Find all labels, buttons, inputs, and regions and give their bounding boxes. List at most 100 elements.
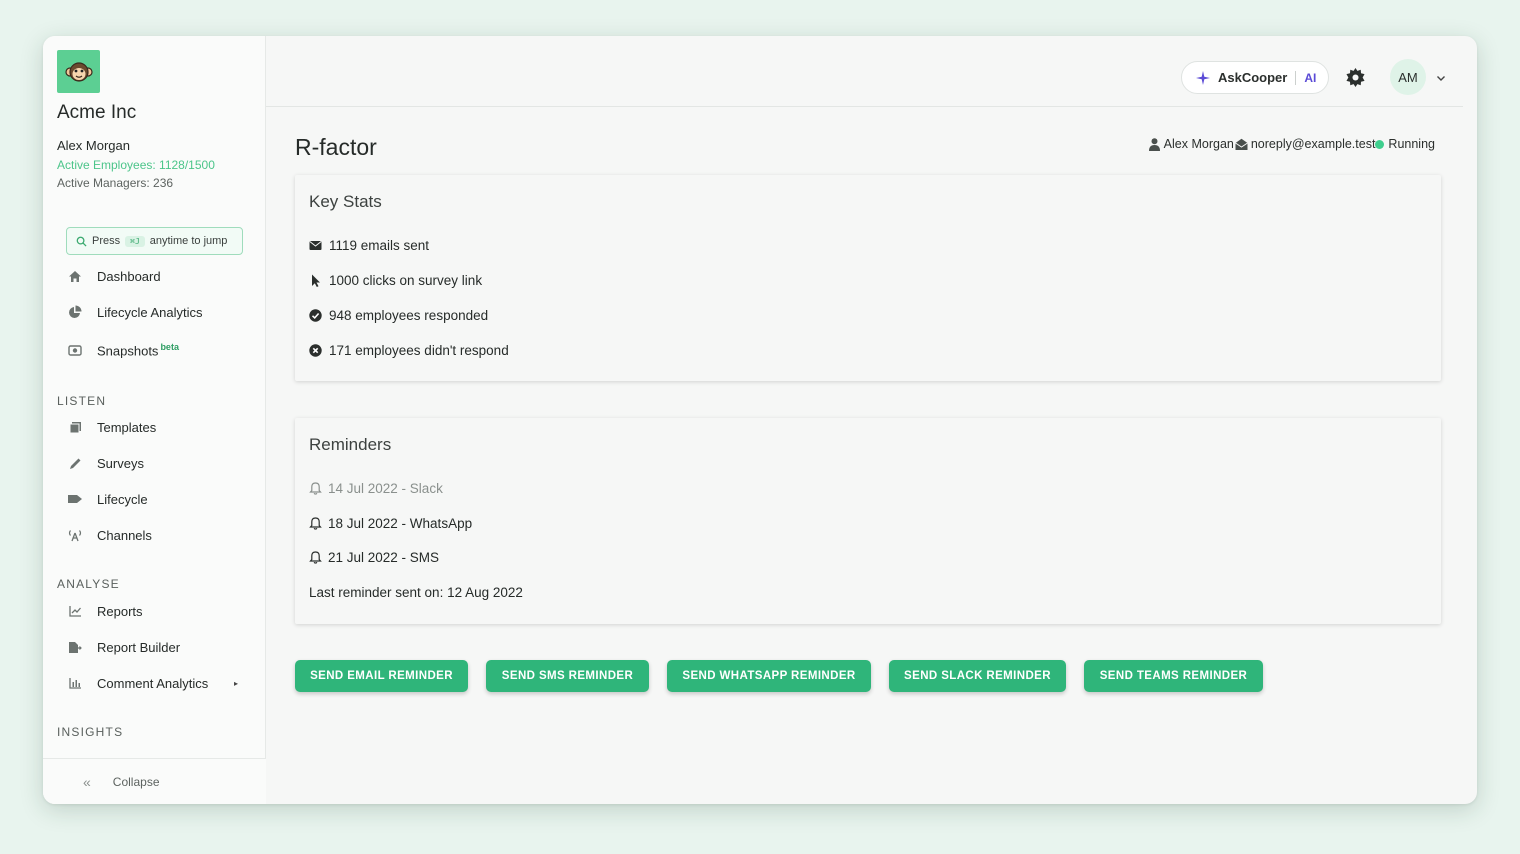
- ask-cooper-button[interactable]: AskCooper AI: [1181, 61, 1329, 94]
- user-icon: [1148, 137, 1160, 151]
- sparkle-icon: [1196, 70, 1210, 85]
- sidebar-item-snapshots[interactable]: Snapshots beta: [43, 330, 266, 370]
- send-teams-reminder-button[interactable]: SEND TEAMS REMINDER: [1084, 660, 1263, 692]
- reminder-text: 21 Jul 2022 - SMS: [328, 550, 440, 565]
- main-nav: Dashboard Lifecycle Analytics Snapshots b…: [43, 258, 266, 370]
- status-badge: Running: [1388, 137, 1435, 151]
- chevron-down-icon[interactable]: [1435, 72, 1447, 84]
- status-dot: [1375, 139, 1385, 149]
- sidebar-item-channels[interactable]: Channels: [43, 517, 266, 553]
- company-logo[interactable]: [57, 50, 100, 93]
- owner-email: noreply@example.test: [1250, 137, 1376, 151]
- home-icon: [67, 268, 83, 284]
- sidebar-item-label: Dashboard: [97, 268, 161, 284]
- reminders-card: Reminders 14 Jul 2022 - Slack 18 Jul 202…: [295, 418, 1441, 624]
- x-circle-icon: [309, 344, 322, 357]
- last-reminder-sent: Last reminder sent on: 12 Aug 2022: [309, 585, 523, 600]
- sidebar-item-templates[interactable]: Templates: [43, 409, 266, 445]
- stat-responded: 948 employees responded: [309, 308, 488, 323]
- stat-emails-sent: 1119 emails sent: [309, 238, 429, 253]
- sidebar-item-comment-analytics[interactable]: Comment Analytics ▸: [43, 665, 266, 701]
- sidebar-item-label: Snapshots beta: [97, 342, 179, 358]
- file-export-icon: [67, 639, 83, 655]
- send-sms-reminder-button[interactable]: SEND SMS REMINDER: [486, 660, 649, 692]
- sidebar: Acme Inc Alex Morgan Active Employees: 1…: [43, 36, 266, 804]
- jump-press-text: Press: [92, 235, 121, 247]
- double-chevron-left-icon: «: [83, 773, 91, 790]
- quick-jump-search[interactable]: Press ⌘J anytime to jump: [66, 227, 243, 255]
- sidebar-item-label: Comment Analytics: [97, 675, 209, 691]
- ask-cooper-label: AskCooper: [1218, 70, 1288, 85]
- sidebar-item-label: Channels: [97, 527, 152, 543]
- line-chart-icon: [67, 603, 83, 619]
- caret-right-icon: ▸: [233, 678, 238, 688]
- send-email-reminder-button[interactable]: SEND EMAIL REMINDER: [295, 660, 468, 692]
- gear-icon[interactable]: [1346, 68, 1365, 87]
- check-circle-icon: [309, 309, 322, 322]
- key-stats-title: Key Stats: [309, 192, 382, 211]
- app-window: Acme Inc Alex Morgan Active Employees: 1…: [43, 36, 1477, 804]
- divider: [1295, 70, 1297, 85]
- keyboard-shortcut: ⌘J: [125, 235, 145, 247]
- page-title: R-factor: [295, 134, 377, 160]
- send-slack-reminder-button[interactable]: SEND SLACK REMINDER: [889, 660, 1066, 692]
- sidebar-item-label: Reports: [97, 603, 143, 619]
- sidebar-item-lifecycle-analytics[interactable]: Lifecycle Analytics: [43, 294, 266, 330]
- envelope-icon: [309, 241, 322, 250]
- bell-icon: [309, 517, 322, 530]
- camera-icon: [67, 342, 83, 358]
- search-icon: [76, 236, 87, 247]
- bell-icon: [309, 482, 322, 495]
- snapshots-label: Snapshots: [97, 343, 159, 359]
- send-whatsapp-reminder-button[interactable]: SEND WHATSAPP REMINDER: [667, 660, 871, 692]
- stat-text: 171 employees didn't respond: [329, 343, 509, 358]
- section-label-insights: INSIGHTS: [57, 725, 124, 739]
- analyse-nav: Reports Report Builder Comment Analytics…: [43, 593, 266, 701]
- sidebar-item-lifecycle[interactable]: Lifecycle: [43, 481, 266, 517]
- user-name: Alex Morgan: [57, 138, 130, 153]
- ai-badge: AI: [1304, 70, 1317, 85]
- survey-meta: Alex Morgan noreply@example.test Running: [1148, 137, 1435, 151]
- reminder-text: 14 Jul 2022 - Slack: [328, 481, 443, 496]
- bell-icon: [309, 551, 322, 564]
- bar-chart-icon: [67, 675, 83, 691]
- stat-text: 948 employees responded: [329, 308, 489, 323]
- monkey-logo-icon: [64, 61, 93, 82]
- sidebar-item-label: Lifecycle: [97, 491, 148, 507]
- flag-icon: [67, 491, 83, 507]
- stat-text: 1000 clicks on survey link: [329, 273, 483, 288]
- listen-nav: Templates Surveys Lifecycle Channels: [43, 409, 266, 553]
- top-bar: AskCooper AI AM: [266, 36, 1463, 107]
- stat-text: 1119 emails sent: [329, 238, 430, 253]
- main-content: AskCooper AI AM R-factor Alex Morgan nor…: [266, 36, 1477, 804]
- pie-chart-icon: [67, 304, 83, 320]
- beta-badge: beta: [160, 341, 179, 352]
- sidebar-item-reports[interactable]: Reports: [43, 593, 266, 629]
- sidebar-item-label: Report Builder: [97, 639, 181, 655]
- reminders-title: Reminders: [309, 435, 392, 454]
- reminder-item: 18 Jul 2022 - WhatsApp: [309, 516, 472, 531]
- company-name: Acme Inc: [57, 102, 137, 123]
- reminder-item: 14 Jul 2022 - Slack: [309, 481, 443, 496]
- cursor-icon: [312, 274, 320, 287]
- sidebar-item-surveys[interactable]: Surveys: [43, 445, 266, 481]
- sidebar-item-report-builder[interactable]: Report Builder: [43, 629, 266, 665]
- avatar[interactable]: AM: [1390, 59, 1426, 95]
- sidebar-item-dashboard[interactable]: Dashboard: [43, 258, 266, 294]
- sidebar-item-label: Surveys: [97, 455, 144, 471]
- sidebar-item-label: Lifecycle Analytics: [97, 304, 203, 320]
- stat-clicks: 1000 clicks on survey link: [309, 273, 482, 288]
- pen-icon: [67, 455, 83, 471]
- section-label-listen: LISTEN: [57, 394, 107, 408]
- broadcast-icon: [67, 527, 83, 543]
- copy-icon: [67, 419, 83, 435]
- active-managers: Active Managers: 236: [57, 176, 174, 190]
- reminder-text: 18 Jul 2022 - WhatsApp: [328, 516, 473, 531]
- collapse-label: Collapse: [112, 774, 160, 789]
- active-employees: Active Employees: 1128/1500: [57, 158, 215, 172]
- owner-name: Alex Morgan: [1163, 137, 1234, 151]
- collapse-button[interactable]: « Collapse: [43, 758, 266, 804]
- jump-suffix-text: anytime to jump: [149, 235, 228, 247]
- section-label-analyse: ANALYSE: [57, 577, 120, 591]
- reminder-item: 21 Jul 2022 - SMS: [309, 550, 439, 565]
